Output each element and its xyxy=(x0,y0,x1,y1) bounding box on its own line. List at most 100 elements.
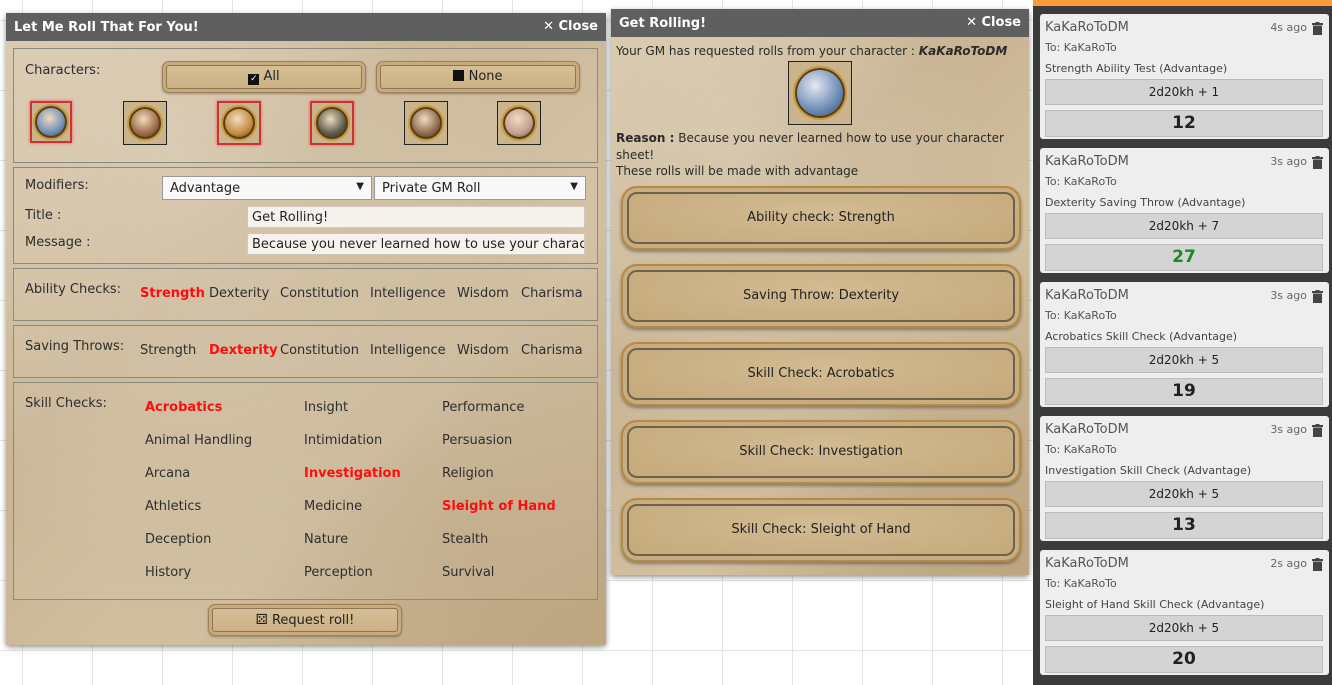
roll-result[interactable]: 19 xyxy=(1045,378,1323,405)
option-dexterity[interactable]: Dexterity xyxy=(209,286,269,301)
roll-formula[interactable]: 2d20kh + 7 xyxy=(1045,213,1323,239)
skill-insight[interactable]: Insight xyxy=(304,400,348,415)
message-sender: KaKaRoToDM xyxy=(1045,154,1129,169)
skill-history[interactable]: History xyxy=(145,565,191,580)
roll-result[interactable]: 27 xyxy=(1045,244,1323,271)
roll-formula[interactable]: 2d20kh + 5 xyxy=(1045,615,1323,641)
option-intelligence[interactable]: Intelligence xyxy=(370,286,446,301)
skill-nature[interactable]: Nature xyxy=(304,532,348,547)
skill-religion[interactable]: Religion xyxy=(442,466,494,481)
option-charisma[interactable]: Charisma xyxy=(521,343,583,358)
request-intro: Your GM has requested rolls from your ch… xyxy=(616,44,1007,58)
skill-arcana[interactable]: Arcana xyxy=(145,466,190,481)
option-constitution[interactable]: Constitution xyxy=(280,343,359,358)
chat-log[interactable]: KaKaRoToDM 4s ago To: KaKaRoTo Strength Abi… xyxy=(1033,0,1332,685)
roll-button-4[interactable]: Skill Check: Investigation xyxy=(621,420,1021,484)
skill-perception[interactable]: Perception xyxy=(304,565,373,580)
roll-button-2[interactable]: Saving Throw: Dexterity xyxy=(621,264,1021,328)
message-timestamp: 3s ago xyxy=(1270,155,1307,168)
avatar-character-3[interactable] xyxy=(217,101,261,145)
trash-icon[interactable] xyxy=(1312,556,1323,571)
advantage-note: These rolls will be made with advantage xyxy=(616,164,859,178)
roll-button-3[interactable]: Skill Check: Acrobatics xyxy=(621,342,1021,406)
option-dexterity[interactable]: Dexterity xyxy=(209,343,278,358)
close-button[interactable]: ✕ Close xyxy=(543,19,598,34)
modifiers-section: Modifiers: Advantage ▼ Private GM Roll ▼… xyxy=(13,167,598,264)
advantage-select-value: Advantage xyxy=(170,181,241,196)
avatar-character-2[interactable] xyxy=(123,101,167,145)
message-sender: KaKaRoToDM xyxy=(1045,20,1129,35)
dialog-titlebar[interactable]: Let Me Roll That For You! ✕ Close xyxy=(6,13,606,41)
option-constitution[interactable]: Constitution xyxy=(280,286,359,301)
character-name: KaKaRoToDM xyxy=(918,44,1008,58)
saving-throws-section: Saving Throws: Strength Dexterity Constitu… xyxy=(13,325,598,378)
skill-performance[interactable]: Performance xyxy=(442,400,524,415)
roll-result[interactable]: 12 xyxy=(1045,110,1323,137)
request-intro-text: Your GM has requested rolls from your ch… xyxy=(616,44,915,58)
roll-button-5[interactable]: Skill Check: Sleight of Hand xyxy=(621,498,1021,562)
skill-stealth[interactable]: Stealth xyxy=(442,532,488,547)
option-wisdom[interactable]: Wisdom xyxy=(457,286,509,301)
option-intelligence[interactable]: Intelligence xyxy=(370,343,446,358)
close-button[interactable]: ✕ Close xyxy=(966,15,1021,30)
select-none-label: None xyxy=(468,69,503,84)
option-charisma[interactable]: Charisma xyxy=(521,286,583,301)
modifiers-label: Modifiers: xyxy=(25,178,89,193)
avatar-character-4[interactable] xyxy=(310,101,354,145)
select-none-button[interactable]: None xyxy=(376,61,580,93)
skill-sleight-of-hand[interactable]: Sleight of Hand xyxy=(442,499,556,514)
character-portrait-icon xyxy=(408,105,444,141)
skill-survival[interactable]: Survival xyxy=(442,565,494,580)
request-roll-button[interactable]: ⚄ Request roll! xyxy=(208,604,402,636)
chat-message[interactable]: KaKaRoToDM 4s ago To: KaKaRoTo Strength Abi… xyxy=(1040,14,1329,139)
dialog-body: Your GM has requested rolls from your ch… xyxy=(611,37,1029,575)
trash-icon[interactable] xyxy=(1312,20,1323,35)
option-wisdom[interactable]: Wisdom xyxy=(457,343,509,358)
advantage-select[interactable]: Advantage ▼ xyxy=(162,176,372,200)
skill-animal-handling[interactable]: Animal Handling xyxy=(145,433,252,448)
ability-checks-section: Ability Checks: Strength Dexterity Constit… xyxy=(13,268,598,321)
message-recipient: To: KaKaRoTo xyxy=(1045,577,1117,590)
avatar-character-5[interactable] xyxy=(404,101,448,145)
trash-icon[interactable] xyxy=(1312,422,1323,437)
skill-checks-label: Skill Checks: xyxy=(25,396,107,411)
message-timestamp: 3s ago xyxy=(1270,423,1307,436)
chat-message[interactable]: KaKaRoToDM 2s ago To: KaKaRoTo Sleight of H… xyxy=(1040,550,1329,675)
roll-mode-select[interactable]: Private GM Roll ▼ xyxy=(374,176,586,200)
character-portrait-icon xyxy=(221,105,257,141)
characters-section: Characters: ✓ All None xyxy=(13,48,598,163)
roll-result[interactable]: 20 xyxy=(1045,646,1323,673)
roll-formula[interactable]: 2d20kh + 1 xyxy=(1045,79,1323,105)
roll-button-1[interactable]: Ability check: Strength xyxy=(621,186,1021,250)
skill-persuasion[interactable]: Persuasion xyxy=(442,433,512,448)
characters-label: Characters: xyxy=(25,63,101,78)
reason-text: Because you never learned how to use you… xyxy=(616,131,1004,162)
avatar-character-6[interactable] xyxy=(497,101,541,145)
roll-description: Dexterity Saving Throw (Advantage) xyxy=(1045,196,1246,209)
skill-deception[interactable]: Deception xyxy=(145,532,211,547)
skill-acrobatics[interactable]: Acrobatics xyxy=(145,400,222,415)
skill-intimidation[interactable]: Intimidation xyxy=(304,433,382,448)
saving-throws-label: Saving Throws: xyxy=(25,339,125,354)
chat-message[interactable]: KaKaRoToDM 3s ago To: KaKaRoTo Investigatio… xyxy=(1040,416,1329,541)
skill-investigation[interactable]: Investigation xyxy=(304,466,401,481)
dialog-titlebar[interactable]: Get Rolling! ✕ Close xyxy=(611,9,1029,37)
select-all-button[interactable]: ✓ All xyxy=(162,61,366,93)
title-input[interactable]: Get Rolling! xyxy=(247,206,585,228)
chat-message[interactable]: KaKaRoToDM 3s ago To: KaKaRoTo Dexterity Sa… xyxy=(1040,148,1329,273)
roll-description: Acrobatics Skill Check (Advantage) xyxy=(1045,330,1238,343)
skill-athletics[interactable]: Athletics xyxy=(145,499,201,514)
chat-message[interactable]: KaKaRoToDM 3s ago To: KaKaRoTo Acrobatics S… xyxy=(1040,282,1329,407)
option-strength[interactable]: Strength xyxy=(140,286,205,301)
roll-result[interactable]: 13 xyxy=(1045,512,1323,539)
avatar-character-1[interactable] xyxy=(30,101,72,143)
roll-formula[interactable]: 2d20kh + 5 xyxy=(1045,481,1323,507)
trash-icon[interactable] xyxy=(1312,154,1323,169)
trash-icon[interactable] xyxy=(1312,288,1323,303)
skill-medicine[interactable]: Medicine xyxy=(304,499,362,514)
message-sender: KaKaRoToDM xyxy=(1045,288,1129,303)
roll-formula[interactable]: 2d20kh + 5 xyxy=(1045,347,1323,373)
message-recipient: To: KaKaRoTo xyxy=(1045,41,1117,54)
message-input[interactable]: Because you never learned how to use you… xyxy=(247,233,585,255)
option-strength[interactable]: Strength xyxy=(140,343,196,358)
